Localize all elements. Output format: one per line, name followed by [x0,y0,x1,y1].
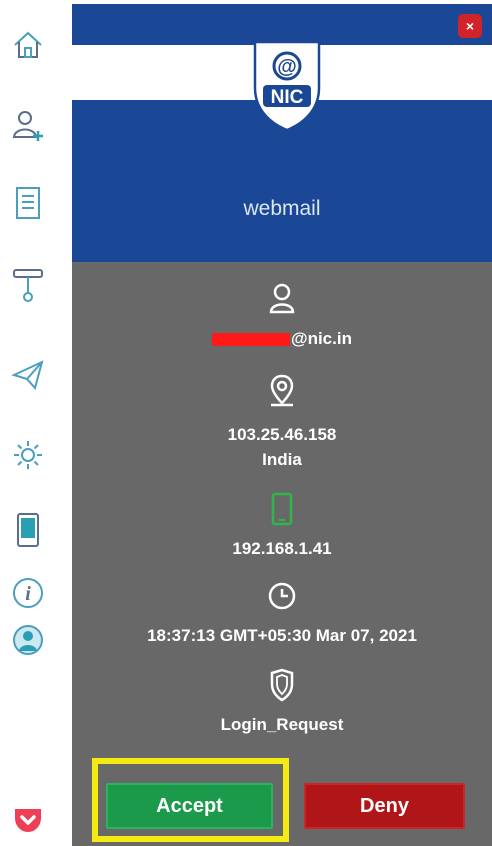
info-icon[interactable]: i [8,573,48,613]
sidebar: i [0,0,72,846]
svg-text:@: @ [277,56,297,78]
public-ip: 103.25.46.158 [227,425,337,444]
paper-plane-icon[interactable] [8,355,48,395]
usb-key-icon[interactable] [8,265,48,305]
home-icon[interactable] [8,25,48,65]
device-icon [72,492,492,526]
device-ip: 192.168.1.41 [232,539,332,558]
nic-logo: @ NIC [247,38,327,134]
user-email: @nic.in [72,329,492,349]
request-type: Login_Request [220,715,344,734]
accept-button[interactable]: Accept [106,783,273,829]
redaction-mark [212,333,290,347]
app-name: webmail [243,197,321,220]
svg-text:NIC: NIC [271,87,304,108]
gear-icon[interactable] [8,435,48,475]
shield-icon [72,668,492,702]
deny-button[interactable]: Deny [304,783,465,829]
document-list-icon[interactable] [8,183,48,223]
request-timestamp: 18:37:13 GMT+05:30 Mar 07, 2021 [147,626,417,645]
auth-request-panel: × @ NIC webmail @nic.in 103.25.46.158 In… [72,4,492,846]
location-pin-icon [72,373,492,407]
header: × @ NIC webmail [72,4,492,262]
pocket-logo-icon[interactable] [8,800,48,840]
mobile-device-icon[interactable] [8,510,48,550]
user-icon [72,282,492,314]
clock-icon [72,580,492,612]
user-circle-icon[interactable] [8,620,48,660]
add-user-icon[interactable] [8,105,48,145]
close-button[interactable]: × [458,14,482,38]
country: India [262,450,302,469]
svg-text:i: i [25,583,31,605]
